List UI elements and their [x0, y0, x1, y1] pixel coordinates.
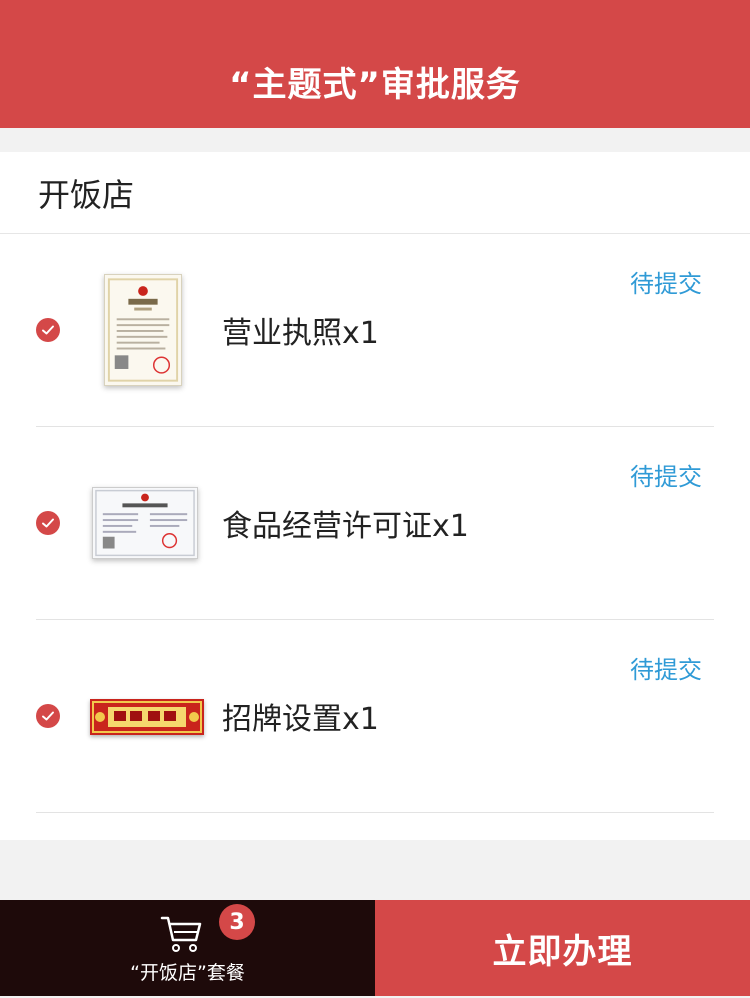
checkmark-icon[interactable]	[36, 704, 60, 728]
status-badge: 待提交	[630, 656, 702, 684]
item-label: 招牌设置x1	[222, 702, 379, 737]
status-badge: 待提交	[630, 463, 702, 491]
bottom-bar: 3 “开饭店”套餐 立即办理	[0, 900, 750, 996]
page-title: “主题式”审批服务	[229, 65, 521, 105]
cart-label: “开饭店”套餐	[130, 962, 245, 984]
list-item-food-permit[interactable]: 食品经营许可证x1 待提交	[36, 427, 714, 620]
cart-count-badge: 3	[219, 904, 255, 940]
list-item-signboard[interactable]: 招牌设置x1 待提交	[36, 620, 714, 813]
section-title: 开饭店	[0, 152, 750, 234]
business-license-thumb	[104, 274, 182, 386]
signboard-thumb	[90, 699, 204, 735]
item-label: 食品经营许可证x1	[222, 509, 469, 544]
food-permit-thumb	[92, 487, 198, 559]
list-item-business-license[interactable]: 营业执照x1 待提交	[36, 234, 714, 427]
checkmark-icon[interactable]	[36, 511, 60, 535]
checkmark-icon[interactable]	[36, 318, 60, 342]
cart-icon	[160, 916, 202, 952]
cart-button[interactable]: 3 “开饭店”套餐	[0, 900, 375, 996]
submit-button[interactable]: 立即办理	[375, 900, 750, 996]
package-card: 开饭店 营业执照x1 待提交 食品经营许可证x1 待提交 招牌设置x1 待提交	[0, 152, 750, 840]
app-header: “主题式”审批服务	[0, 0, 750, 128]
status-badge: 待提交	[630, 270, 702, 298]
item-label: 营业执照x1	[222, 316, 379, 351]
